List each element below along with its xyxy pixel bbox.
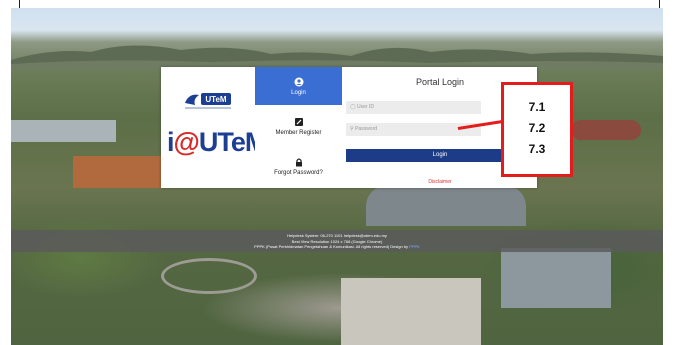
plaza — [341, 278, 481, 345]
edit-icon — [294, 118, 303, 126]
footer-design-link[interactable]: PPPK — [409, 244, 420, 249]
user-id-placeholder: User ID — [357, 104, 374, 110]
menu-register-label: Member Register — [275, 130, 322, 136]
lock-icon — [295, 158, 302, 167]
annotation-label-7-2: 7.2 — [528, 121, 546, 135]
key-icon: ⚲ — [350, 126, 354, 132]
footer-bar: Helpdesk System: 06-270 1101 helpdesk@ut… — [11, 230, 663, 252]
background-hills — [11, 45, 663, 70]
login-panel: UTeM i@UTeM Login Member Register Forgot… — [161, 67, 537, 188]
password-placeholder: Password — [355, 126, 378, 132]
annotation-label-7-1: 7.1 — [528, 100, 546, 114]
footer-copyright-text: PPPK (Pusat Perkhidmatan Pengetahuan & K… — [254, 244, 409, 249]
roundabout — [161, 258, 257, 294]
footer-copyright: PPPK (Pusat Perkhidmatan Pengetahuan & K… — [11, 244, 663, 250]
utem-small-logo: UTeM — [185, 93, 231, 109]
disclaimer-link[interactable]: Disclaimer — [343, 179, 537, 185]
menu-login-label: Login — [291, 90, 306, 96]
user-field-icon: ◯ — [350, 104, 356, 110]
user-icon — [294, 77, 303, 87]
menu-forgot-password[interactable]: Forgot Password? — [255, 147, 342, 187]
side-menu: Login Member Register Forgot Password? — [255, 67, 342, 188]
building-right — [501, 248, 611, 308]
brand-area: UTeM i@UTeM — [161, 67, 255, 188]
menu-forgot-label: Forgot Password? — [274, 170, 323, 176]
user-id-input[interactable]: ◯ User ID — [346, 101, 481, 114]
annotation-box: 7.1 7.2 7.3 — [501, 82, 573, 177]
annotation-label-7-3: 7.3 — [528, 142, 546, 156]
small-logo-text: UTeM — [205, 95, 227, 104]
menu-member-register[interactable]: Member Register — [255, 107, 342, 147]
menu-login[interactable]: Login — [255, 67, 342, 105]
iutem-logo: i@UTeM — [167, 127, 255, 158]
track-field — [571, 120, 641, 140]
logo-at: @ — [173, 127, 200, 157]
building-left — [11, 120, 116, 142]
building-dome — [366, 186, 526, 226]
building-red — [73, 156, 168, 188]
logo-utem: UTeM — [198, 127, 255, 157]
